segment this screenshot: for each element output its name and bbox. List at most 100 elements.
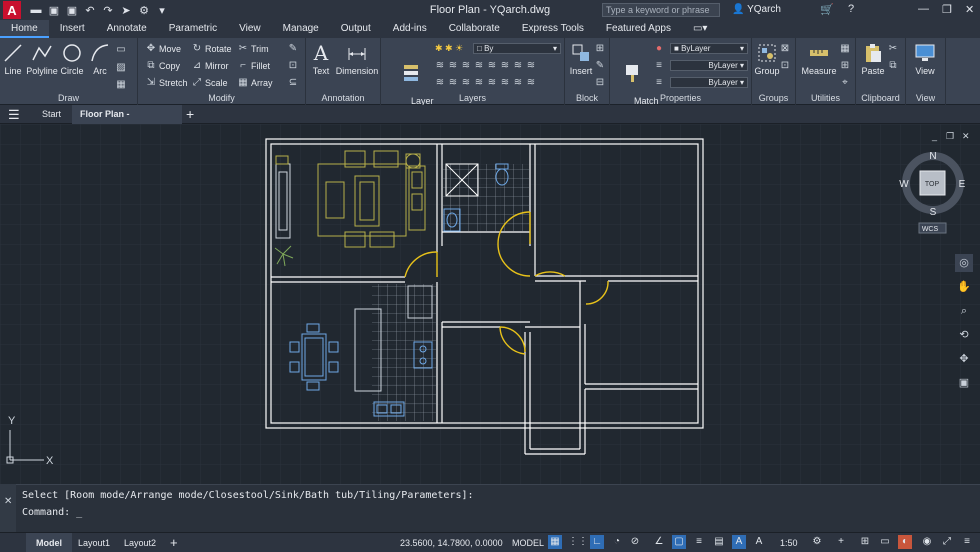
text-button[interactable]: A Text bbox=[310, 42, 332, 76]
tab-collaborate[interactable]: Collaborate bbox=[438, 20, 511, 38]
tab-featured-apps[interactable]: Featured Apps bbox=[595, 20, 682, 38]
zoom-icon[interactable]: ⌕ bbox=[955, 302, 973, 320]
restore-icon[interactable]: ❐ bbox=[942, 3, 952, 16]
arc-button[interactable]: Arc bbox=[88, 42, 112, 76]
steering-wheel-icon[interactable]: ◎ bbox=[955, 254, 973, 272]
array-button[interactable]: ▦ Array bbox=[238, 77, 272, 88]
cart-icon[interactable]: 🛒 bbox=[820, 3, 834, 16]
annotation-panel-label[interactable]: Annotation bbox=[306, 93, 380, 103]
layout1-tab[interactable]: Layout1 bbox=[70, 533, 118, 552]
view-button[interactable]: View bbox=[912, 42, 938, 76]
circle-button[interactable]: Circle bbox=[60, 42, 84, 76]
rectangle-icon[interactable]: ▭ bbox=[116, 44, 126, 55]
hardware-acceleration-icon[interactable]: ◐ bbox=[898, 535, 912, 549]
create-block-icon[interactable]: ⊞ bbox=[595, 43, 605, 54]
command-window-handle[interactable]: ✕ bbox=[0, 484, 16, 532]
block-panel-label[interactable]: Block bbox=[565, 93, 609, 103]
open-folder-icon[interactable]: ▬ bbox=[29, 4, 43, 17]
polyline-button[interactable]: Polyline bbox=[26, 42, 58, 76]
new-tab-icon[interactable]: + bbox=[186, 105, 194, 124]
pan-icon[interactable]: ✋ bbox=[955, 278, 973, 296]
chevron-down-icon[interactable]: ▾ bbox=[155, 4, 169, 17]
wcs-label[interactable]: WCS bbox=[922, 226, 939, 233]
scale-button[interactable]: ⤢ Scale bbox=[192, 77, 228, 88]
customization-icon[interactable]: ≡ bbox=[960, 535, 974, 549]
undo-icon[interactable]: ↶ bbox=[83, 4, 97, 17]
copy-clip-icon[interactable]: ⧉ bbox=[888, 60, 898, 71]
close-command-icon[interactable]: ✕ bbox=[4, 496, 12, 507]
rotate-button[interactable]: ↻ Rotate bbox=[192, 43, 232, 54]
tab-parametric[interactable]: Parametric bbox=[158, 20, 228, 38]
drawing-viewport[interactable]: Y X TOP N S E W WCS _ ❐ ✕ bbox=[0, 124, 980, 484]
viewport-minimize-icon[interactable]: _ bbox=[931, 131, 938, 141]
copy-button[interactable]: ⧉ Copy bbox=[146, 60, 180, 71]
menu-icon[interactable]: ☰ bbox=[8, 105, 20, 124]
viewcube-north[interactable]: N bbox=[929, 151, 936, 162]
close-icon[interactable]: ✕ bbox=[965, 3, 974, 16]
grid-icon[interactable]: ▦ bbox=[548, 535, 562, 549]
share-icon[interactable]: ➤ bbox=[119, 4, 133, 17]
block-attr-icon[interactable]: ⊟ bbox=[595, 77, 605, 88]
utilities-panel-label[interactable]: Utilities bbox=[796, 93, 855, 103]
save-icon[interactable]: ▣ bbox=[47, 4, 61, 17]
tab-annotate[interactable]: Annotate bbox=[96, 20, 158, 38]
id-point-icon[interactable]: ⌖ bbox=[840, 77, 850, 88]
color-wheel-icon[interactable]: ● bbox=[654, 43, 664, 54]
layer-state-icons[interactable]: ✱ ✱ ☀ bbox=[435, 43, 463, 54]
calculator-icon[interactable]: ▦ bbox=[840, 43, 850, 54]
annomonitor-icon[interactable]: + bbox=[834, 535, 848, 549]
measure-button[interactable]: Measure bbox=[800, 42, 838, 76]
help-icon[interactable]: ? bbox=[848, 3, 854, 15]
hatch-icon[interactable]: ▨ bbox=[116, 62, 126, 73]
view-panel-label[interactable]: View bbox=[906, 93, 945, 103]
lineweight-dropdown[interactable]: ByLayer ▾ bbox=[670, 60, 748, 71]
group-edit-icon[interactable]: ⊡ bbox=[780, 60, 790, 71]
offset-icon[interactable]: ⊆ bbox=[288, 77, 298, 88]
object-snap-tracking-icon[interactable]: ∠ bbox=[652, 535, 666, 549]
tab-insert[interactable]: Insert bbox=[49, 20, 96, 38]
groups-panel-label[interactable]: Groups bbox=[752, 93, 795, 103]
linetype-icon[interactable]: ≡ bbox=[654, 77, 664, 88]
units-icon[interactable]: ⊞ bbox=[858, 535, 872, 549]
isolate-objects-icon[interactable]: ◉ bbox=[920, 535, 934, 549]
lineweight-toggle-icon[interactable]: ≡ bbox=[692, 535, 706, 549]
stretch-button[interactable]: ⇲ Stretch bbox=[146, 77, 188, 88]
color-dropdown[interactable]: ■ ByLayer ▾ bbox=[670, 43, 748, 54]
search-input[interactable]: Type a keyword or phrase bbox=[602, 3, 720, 17]
tab-manage[interactable]: Manage bbox=[272, 20, 330, 38]
explode-icon[interactable]: ⊡ bbox=[288, 60, 298, 71]
tab-express-tools[interactable]: Express Tools bbox=[511, 20, 595, 38]
layer-dropdown[interactable]: □ By ▾ bbox=[473, 43, 561, 54]
add-layout-icon[interactable]: + bbox=[170, 533, 178, 552]
orbit-icon[interactable]: ⟲ bbox=[955, 326, 973, 344]
user-account[interactable]: 👤 YQarch bbox=[732, 4, 781, 15]
line-button[interactable]: Line bbox=[2, 42, 24, 76]
model-space-toggle[interactable]: MODEL bbox=[512, 533, 544, 552]
command-input[interactable]: Command: _ bbox=[22, 507, 82, 518]
snap-icon[interactable]: ⋮⋮ bbox=[568, 535, 588, 549]
modify-panel-label[interactable]: Modify bbox=[138, 93, 305, 103]
viewcube-south[interactable]: S bbox=[930, 207, 937, 218]
erase-icon[interactable]: ✎ bbox=[288, 43, 298, 54]
layer-tools-row-1[interactable]: ≋ ≋ ≋ ≋ ≋ ≋ ≋ ≋ bbox=[435, 60, 536, 71]
showmotion-icon[interactable]: ▣ bbox=[955, 374, 973, 392]
tab-home[interactable]: Home bbox=[0, 20, 49, 38]
linetype-dropdown[interactable]: ByLayer ▾ bbox=[670, 77, 748, 88]
transparency-icon[interactable]: ▤ bbox=[712, 535, 726, 549]
coordinates-readout[interactable]: 23.5600, 14.7800, 0.0000 bbox=[400, 533, 503, 552]
cut-icon[interactable]: ✂ bbox=[888, 43, 898, 54]
active-file-tab[interactable]: Floor Plan - YQarch*✕ bbox=[72, 105, 182, 138]
isodraft-icon[interactable]: ⊘ bbox=[628, 535, 642, 549]
group-button[interactable]: Group bbox=[754, 42, 780, 76]
clean-screen-icon[interactable]: ⤢ bbox=[940, 535, 954, 549]
ortho-icon[interactable]: ∟ bbox=[590, 535, 604, 549]
tab-view[interactable]: View bbox=[228, 20, 272, 38]
move-button[interactable]: ✥ Move bbox=[146, 43, 181, 54]
ungroup-icon[interactable]: ⊠ bbox=[780, 43, 790, 54]
dimension-button[interactable]: Dimension bbox=[334, 42, 380, 76]
viewcube-west[interactable]: W bbox=[899, 179, 909, 190]
quick-properties-icon[interactable]: ▭ bbox=[878, 535, 892, 549]
annotation-scale[interactable]: 1:50 bbox=[780, 533, 798, 552]
tab-output[interactable]: Output bbox=[330, 20, 382, 38]
edit-block-icon[interactable]: ✎ bbox=[595, 60, 605, 71]
